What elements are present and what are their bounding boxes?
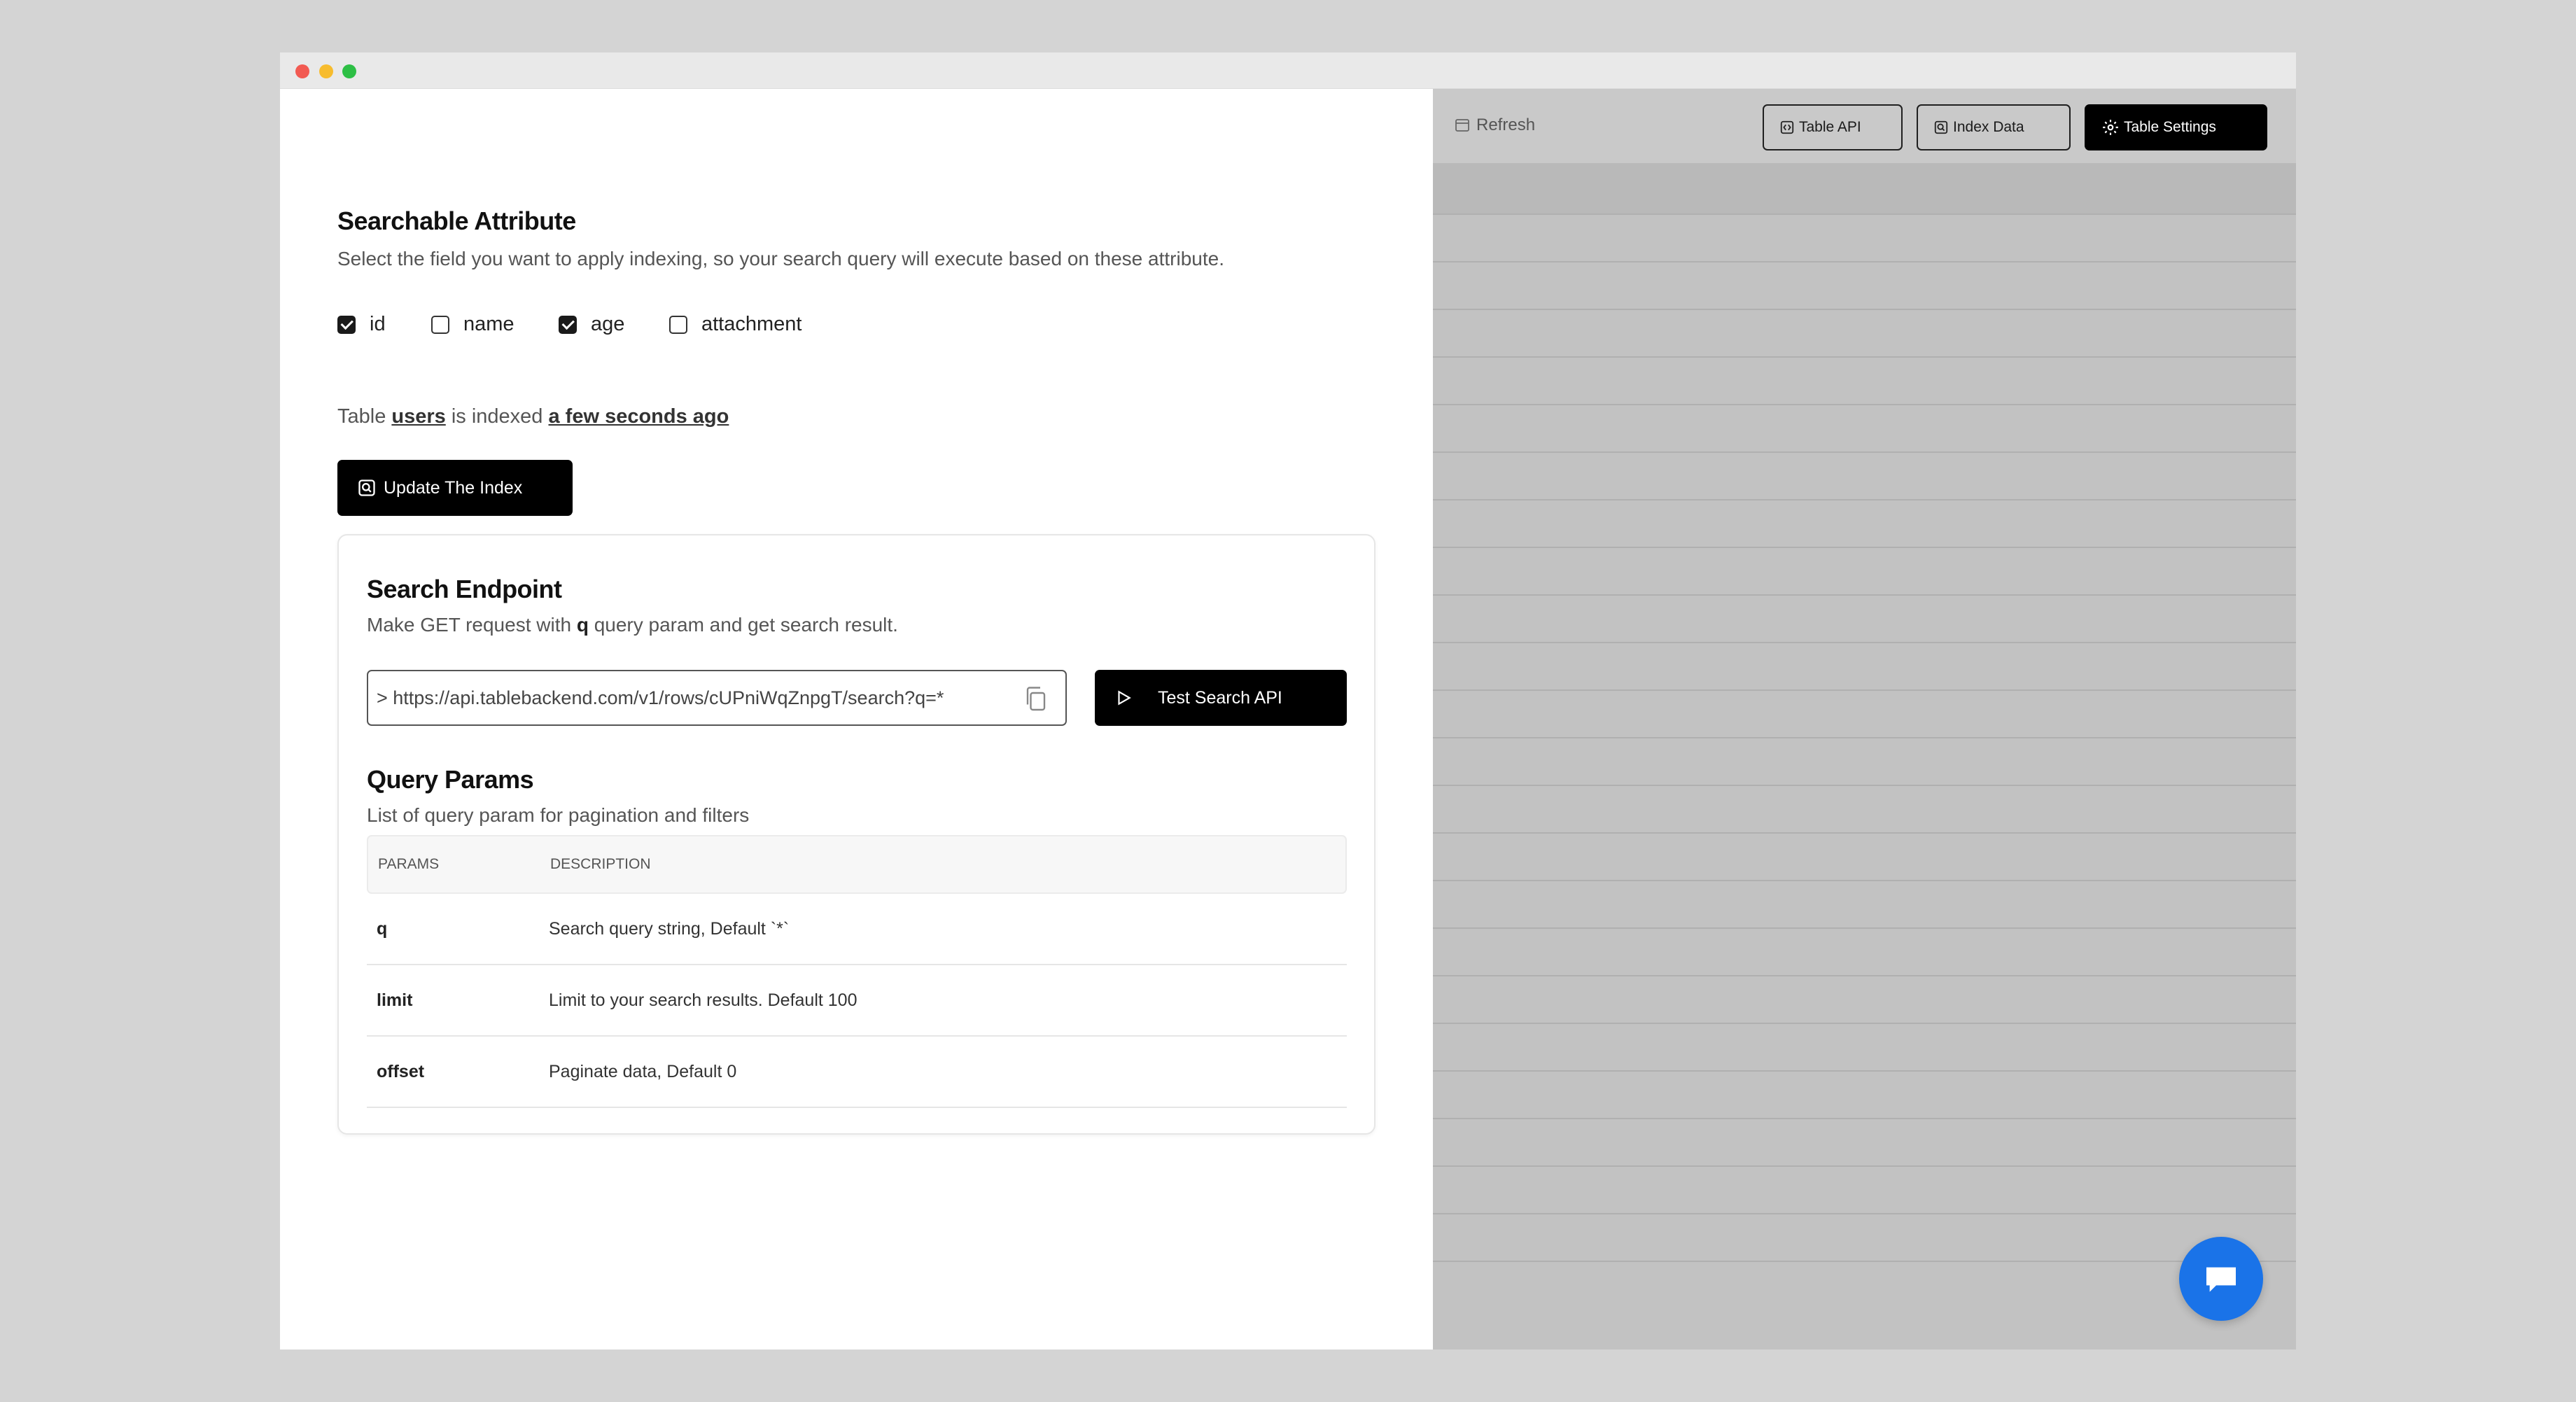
table-header: PARAMS DESCRIPTION <box>367 835 1347 894</box>
grid-line <box>1433 1118 2296 1119</box>
update-index-button[interactable]: Update The Index <box>337 460 573 516</box>
checkbox-unchecked-icon[interactable] <box>669 315 687 334</box>
checkbox-unchecked-icon[interactable] <box>431 315 449 334</box>
table-header-row <box>1433 163 2296 213</box>
grid-line <box>1433 832 2296 834</box>
endpoint-url-field[interactable]: > https://api.tablebackend.com/v1/rows/c… <box>367 670 1067 726</box>
field-checkbox-name[interactable]: name <box>431 313 514 336</box>
desc-prefix: Make GET request with <box>367 614 572 636</box>
param-description: Search query string, Default `*` <box>549 918 790 939</box>
table-row: q Search query string, Default `*` <box>367 894 1347 965</box>
table-settings-label: Table Settings <box>2124 119 2216 135</box>
chat-bubble-icon <box>2206 1267 2236 1292</box>
query-params-description: List of query param for pagination and f… <box>367 804 750 826</box>
grid-line <box>1433 451 2296 453</box>
table-row: limit Limit to your search results. Defa… <box>367 965 1347 1037</box>
close-window-button[interactable] <box>295 64 309 78</box>
refresh-icon <box>1455 119 1469 132</box>
search-endpoint-card: Search Endpoint Make GET request with q … <box>337 534 1376 1135</box>
index-data-label: Index Data <box>1953 119 2024 135</box>
param-name: offset <box>377 1061 425 1081</box>
table-grid-background <box>1433 163 2296 1350</box>
minimize-window-button[interactable] <box>319 64 333 78</box>
desc-param: q <box>576 614 589 636</box>
search-endpoint-title: Search Endpoint <box>367 575 562 603</box>
grid-line <box>1433 927 2296 929</box>
searchable-attribute-description: Select the field you want to apply index… <box>337 248 1224 269</box>
status-prefix: Table <box>337 405 386 428</box>
status-middle: is indexed <box>451 405 543 428</box>
param-name: limit <box>377 990 413 1010</box>
grid-line <box>1433 547 2296 548</box>
field-checkbox-attachment[interactable]: attachment <box>669 313 802 336</box>
refresh-button[interactable]: Refresh <box>1454 115 1535 135</box>
grid-line <box>1433 1261 2296 1262</box>
play-icon <box>1118 690 1131 706</box>
table-row: offset Paginate data, Default 0 <box>367 1037 1347 1108</box>
code-icon <box>1780 120 1794 134</box>
searchable-attribute-title: Searchable Attribute <box>337 206 576 235</box>
grid-line <box>1433 404 2296 405</box>
grid-line <box>1433 785 2296 786</box>
param-name: q <box>377 918 388 939</box>
grid-line <box>1433 1070 2296 1072</box>
index-status-text: Table users is indexed a few seconds ago <box>337 405 729 428</box>
grid-line <box>1433 1023 2296 1024</box>
table-view-backdrop: Refresh Table API Index Data Table Setti… <box>1433 89 2296 1350</box>
grid-line <box>1433 975 2296 976</box>
field-label: id <box>370 313 386 335</box>
column-header-description: DESCRIPTION <box>550 856 651 872</box>
grid-line <box>1433 499 2296 500</box>
column-header-params: PARAMS <box>378 856 440 872</box>
field-label: age <box>591 313 625 335</box>
grid-line <box>1433 737 2296 738</box>
test-search-api-button[interactable]: Test Search API <box>1095 670 1347 726</box>
update-index-label: Update The Index <box>384 477 523 498</box>
grid-line <box>1433 261 2296 262</box>
grid-line <box>1433 1165 2296 1167</box>
table-api-button[interactable]: Table API <box>1763 104 1903 150</box>
grid-line <box>1433 309 2296 310</box>
title-bar <box>280 52 2296 89</box>
checkbox-checked-icon[interactable] <box>337 315 356 334</box>
search-endpoint-description: Make GET request with q query param and … <box>367 614 898 636</box>
param-description: Limit to your search results. Default 10… <box>549 990 858 1010</box>
checkbox-checked-icon[interactable] <box>559 315 577 334</box>
grid-line <box>1433 594 2296 596</box>
field-label: attachment <box>701 313 802 335</box>
search-square-icon <box>1934 120 1948 134</box>
table-api-label: Table API <box>1799 119 1861 135</box>
param-description: Paginate data, Default 0 <box>549 1061 737 1081</box>
grid-line <box>1433 642 2296 643</box>
table-name-link[interactable]: users <box>391 405 445 428</box>
field-label: name <box>463 313 514 335</box>
grid-line <box>1433 880 2296 881</box>
settings-panel: Searchable Attribute Select the field yo… <box>280 89 1433 1350</box>
query-params-table: PARAMS DESCRIPTION q Search query string… <box>367 835 1347 1108</box>
copy-icon[interactable] <box>1023 685 1049 713</box>
chat-support-button[interactable] <box>2179 1237 2263 1321</box>
endpoint-url: > https://api.tablebackend.com/v1/rows/c… <box>377 687 944 708</box>
desc-suffix: query param and get search result. <box>594 614 898 636</box>
maximize-window-button[interactable] <box>342 64 356 78</box>
grid-line <box>1433 356 2296 358</box>
field-checkbox-age[interactable]: age <box>559 313 624 336</box>
index-data-button[interactable]: Index Data <box>1917 104 2071 150</box>
query-params-title: Query Params <box>367 765 534 794</box>
grid-line <box>1433 213 2296 215</box>
refresh-label: Refresh <box>1476 115 1536 134</box>
gear-icon <box>2103 120 2118 135</box>
indexed-time-link[interactable]: a few seconds ago <box>549 405 729 428</box>
table-settings-button[interactable]: Table Settings <box>2085 104 2267 150</box>
table-toolbar: Refresh Table API Index Data Table Setti… <box>1433 89 2296 163</box>
grid-line <box>1433 1213 2296 1214</box>
search-square-icon <box>358 479 375 496</box>
app-window: Searchable Attribute Select the field yo… <box>280 52 2296 1350</box>
grid-line <box>1433 689 2296 691</box>
field-checkbox-id[interactable]: id <box>337 313 386 336</box>
test-search-api-label: Test Search API <box>1158 687 1282 708</box>
